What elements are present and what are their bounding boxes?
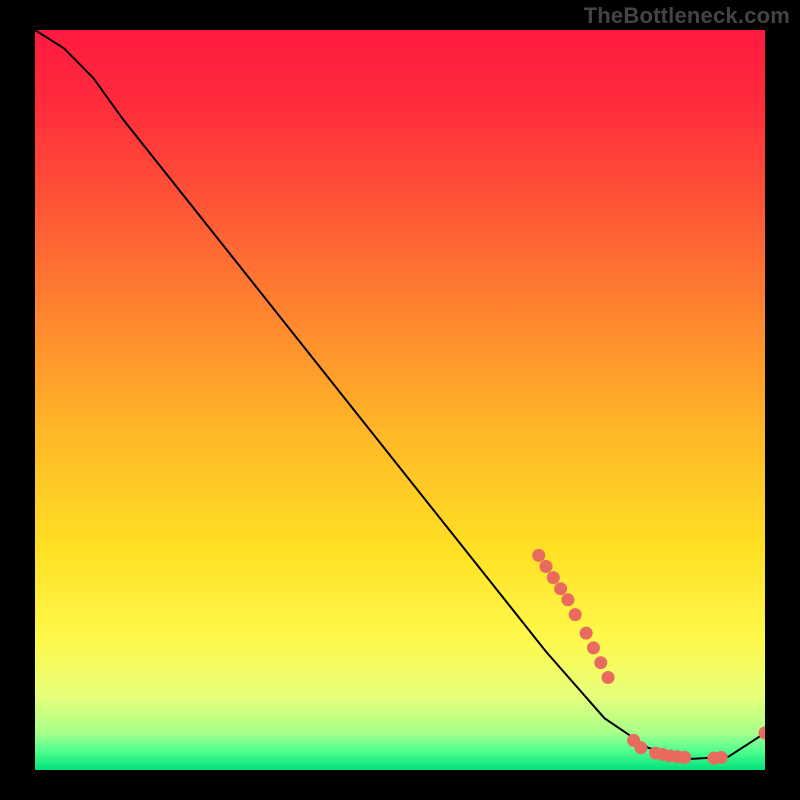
data-marker: [602, 671, 615, 684]
chart-svg: [35, 30, 765, 770]
chart-stage: TheBottleneck.com: [0, 0, 800, 800]
data-marker: [532, 549, 545, 562]
data-marker: [540, 560, 553, 573]
data-marker: [547, 571, 560, 584]
data-marker: [678, 751, 691, 764]
watermark-text: TheBottleneck.com: [584, 3, 790, 29]
data-marker: [554, 582, 567, 595]
data-marker: [580, 627, 593, 640]
data-marker: [715, 751, 728, 764]
data-marker: [594, 656, 607, 669]
plot-area: [35, 30, 765, 770]
data-marker: [587, 641, 600, 654]
data-marker: [634, 741, 647, 754]
gradient-background: [35, 30, 765, 770]
data-marker: [561, 593, 574, 606]
data-marker: [569, 608, 582, 621]
